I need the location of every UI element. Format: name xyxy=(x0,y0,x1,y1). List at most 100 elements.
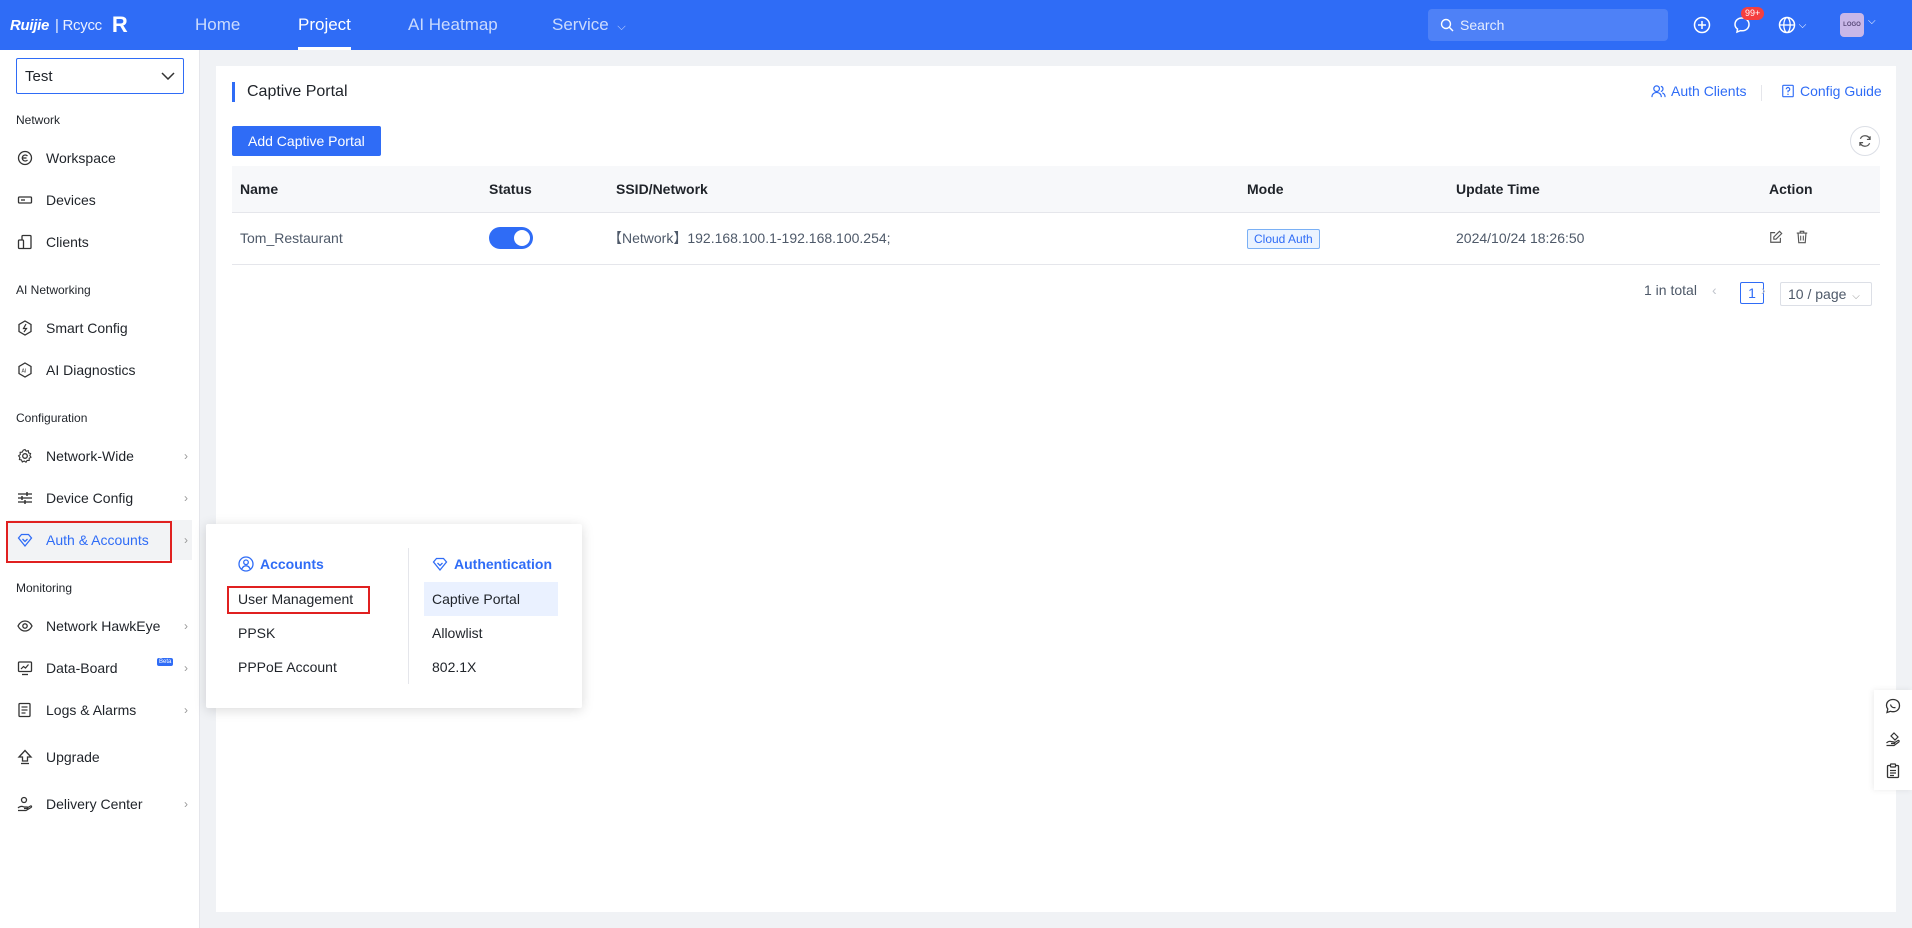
status-toggle[interactable] xyxy=(489,227,533,249)
next-page-icon[interactable]: › xyxy=(1761,282,1766,298)
sliders-icon xyxy=(16,489,34,507)
accounts-heading: Accounts xyxy=(238,556,324,572)
log-icon xyxy=(16,701,34,719)
feedback-hand-icon[interactable] xyxy=(1884,730,1902,748)
config-guide-link[interactable]: Config Guide xyxy=(1781,83,1882,99)
col-status: Status xyxy=(481,166,608,213)
devices-icon xyxy=(16,191,34,209)
config-guide-label: Config Guide xyxy=(1800,83,1882,99)
sidebar-item-label: Clients xyxy=(46,234,89,250)
flyout-item-captive-portal[interactable]: Captive Portal xyxy=(424,582,558,616)
floating-toolbar xyxy=(1874,690,1912,790)
refresh-icon[interactable] xyxy=(1850,126,1880,156)
sidebar-item-label: Smart Config xyxy=(46,320,128,336)
site-select-value: Test xyxy=(25,67,53,85)
search-icon xyxy=(1440,18,1454,32)
edit-icon[interactable] xyxy=(1769,230,1783,247)
mode-tag: Cloud Auth xyxy=(1247,229,1320,249)
auth-clients-link[interactable]: Auth Clients xyxy=(1651,83,1746,99)
flyout-item-ppsk[interactable]: PPSK xyxy=(230,616,275,650)
nav-ai-heatmap[interactable]: AI Heatmap xyxy=(408,0,498,50)
sidebar-item-network-hawkeye[interactable]: Network HawkEye › xyxy=(8,606,192,646)
guide-book-icon xyxy=(1782,84,1794,98)
nav-home[interactable]: Home xyxy=(195,0,240,50)
delivery-hand-icon xyxy=(16,795,34,813)
group-network: Network xyxy=(16,113,61,127)
clients-icon xyxy=(16,233,34,251)
auth-accounts-flyout: Accounts User Management PPSK PPPoE Acco… xyxy=(206,524,582,708)
language-globe-icon[interactable]: ⌵ xyxy=(1774,13,1810,37)
sidebar-item-delivery-center[interactable]: Delivery Center › xyxy=(8,784,192,824)
nav-project[interactable]: Project xyxy=(298,0,351,50)
group-monitoring: Monitoring xyxy=(16,581,73,595)
chevron-down-icon: ⌵ xyxy=(1852,291,1860,302)
col-action: Action xyxy=(1761,166,1880,213)
sidebar-item-logs-alarms[interactable]: Logs & Alarms › xyxy=(8,690,192,730)
auth-clients-label: Auth Clients xyxy=(1671,83,1747,99)
clipboard-icon[interactable] xyxy=(1884,762,1902,780)
delete-icon[interactable] xyxy=(1795,230,1809,247)
prev-page-icon[interactable]: ‹ xyxy=(1712,282,1717,298)
group-configuration: Configuration xyxy=(16,411,88,425)
workspace-icon xyxy=(16,149,34,167)
group-ai-networking: AI Networking xyxy=(16,283,91,297)
captive-portal-table: Name Status SSID/Network Mode Update Tim… xyxy=(232,166,1880,265)
sidebar-item-label: Workspace xyxy=(46,150,116,166)
site-select[interactable]: Test xyxy=(16,58,184,94)
sidebar-item-network-wide[interactable]: Network-Wide › xyxy=(8,436,192,476)
page-size-select[interactable]: 10 / page ⌵ xyxy=(1780,282,1872,306)
sidebar-item-upgrade[interactable]: Upgrade xyxy=(8,737,192,777)
users-icon xyxy=(1651,84,1666,97)
gear-icon xyxy=(16,447,34,465)
cell-mode: Cloud Auth xyxy=(1239,212,1448,265)
divider xyxy=(1761,85,1762,101)
cell-action xyxy=(1761,212,1880,265)
sidebar-item-label: Delivery Center xyxy=(46,796,143,812)
chevron-right-icon: › xyxy=(184,449,188,463)
chevron-right-icon: › xyxy=(184,619,188,633)
cell-status xyxy=(481,212,608,265)
col-name: Name xyxy=(232,166,481,213)
flyout-item-allowlist[interactable]: Allowlist xyxy=(424,616,483,650)
sidebar-item-ai-diagnostics[interactable]: AI AI Diagnostics xyxy=(8,350,192,390)
sidebar-item-label: Device Config xyxy=(46,490,134,506)
brand-logo[interactable]: Ruijie | Rcycc R xyxy=(10,12,128,38)
main-content-card: Captive Portal Auth Clients Config Guide… xyxy=(216,66,1896,912)
cell-ssid: 【Network】192.168.100.1-192.168.100.254; xyxy=(608,212,1239,265)
sidebar-item-devices[interactable]: Devices xyxy=(8,180,192,220)
col-ssid: SSID/Network xyxy=(608,166,1239,213)
avatar[interactable]: LOGO xyxy=(1840,13,1864,37)
highlight-box-auth-accounts xyxy=(6,521,172,563)
flyout-item-802-1x[interactable]: 802.1X xyxy=(424,650,476,684)
nav-service[interactable]: Service ⌵ xyxy=(552,0,626,50)
table-header-row: Name Status SSID/Network Mode Update Tim… xyxy=(232,166,1880,213)
sidebar-item-workspace[interactable]: Workspace xyxy=(8,138,192,178)
sidebar: Test Network Workspace Devices Clients A… xyxy=(0,50,200,928)
sidebar-item-clients[interactable]: Clients xyxy=(8,222,192,262)
table-row: Tom_Restaurant 【Network】192.168.100.1-19… xyxy=(232,212,1880,265)
chevron-right-icon: › xyxy=(184,797,188,811)
search-box[interactable] xyxy=(1428,9,1668,41)
chevron-right-icon: › xyxy=(184,491,188,505)
sidebar-item-label: Data-Board xyxy=(46,660,118,676)
sidebar-item-label: Devices xyxy=(46,192,96,208)
nav-service-label: Service xyxy=(552,15,609,34)
chat-support-icon[interactable] xyxy=(1884,697,1902,715)
avatar-chevron-down-icon[interactable]: ⌵ xyxy=(1868,16,1876,27)
diamond-shield-icon xyxy=(432,557,448,572)
chevron-right-icon: › xyxy=(184,661,188,675)
sidebar-item-smart-config[interactable]: Smart Config xyxy=(8,308,192,348)
sidebar-item-device-config[interactable]: Device Config › xyxy=(8,478,192,518)
authentication-heading-label: Authentication xyxy=(454,556,552,572)
add-circle-icon[interactable] xyxy=(1690,13,1714,37)
notification-badge: 99+ xyxy=(1741,7,1765,20)
sidebar-item-data-board[interactable]: Data-Board › xyxy=(8,648,192,688)
brand-sep: | Rcycc xyxy=(55,16,102,34)
accounts-heading-label: Accounts xyxy=(260,556,324,572)
col-update-time: Update Time xyxy=(1448,166,1761,213)
sidebar-item-label: Upgrade xyxy=(46,749,100,765)
search-input[interactable] xyxy=(1460,17,1660,33)
upgrade-arrow-icon xyxy=(16,748,34,766)
add-captive-portal-button[interactable]: Add Captive Portal xyxy=(232,126,381,156)
flyout-item-pppoe-account[interactable]: PPPoE Account xyxy=(230,650,337,684)
